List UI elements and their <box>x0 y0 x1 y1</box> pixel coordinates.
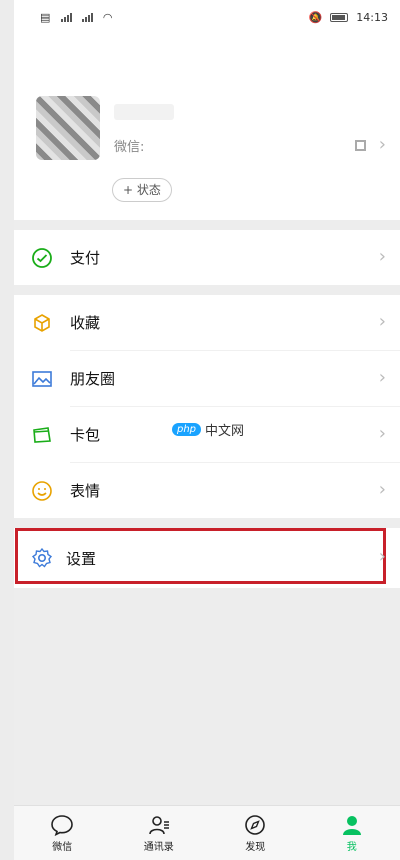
tab-me[interactable]: 我 <box>304 806 400 860</box>
chevron-right-icon: › <box>378 134 386 155</box>
contacts-icon <box>148 815 169 834</box>
signal-icon <box>60 12 72 22</box>
sim-icon: ▤ <box>40 10 51 24</box>
tab-contacts[interactable]: 通讯录 <box>111 806 208 860</box>
watermark-text: 中文网 <box>205 424 245 439</box>
chat-icon <box>51 814 74 836</box>
menu-label: 卡包 <box>70 426 101 444</box>
menu-label: 收藏 <box>70 314 101 332</box>
menu-label: 支付 <box>70 249 101 267</box>
profile-card[interactable]: 微信: › + 状态 <box>14 34 400 220</box>
status-left: ▤ ◠ <box>40 11 113 24</box>
status-time: 14:13 <box>356 10 388 24</box>
menu-item-favorites[interactable]: 收藏 › <box>14 295 400 350</box>
menu-item-settings[interactable]: 设置 › <box>14 528 400 588</box>
signal-icon-2 <box>81 12 93 22</box>
tab-label: 通讯录 <box>143 841 174 853</box>
qr-code-icon[interactable] <box>355 140 366 151</box>
chevron-right-icon: › <box>378 367 386 388</box>
bottom-tab-bar: 微信 通讯录 发现 我 <box>14 805 400 860</box>
tab-label: 微信 <box>52 841 73 853</box>
wechat-id-label: 微信: <box>114 140 145 155</box>
menu-group: 收藏 › 朋友圈 › 卡包 › 表情 › <box>14 295 400 518</box>
menu-item-stickers[interactable]: 表情 › <box>14 463 400 518</box>
watermark: php 中文网 <box>172 420 244 439</box>
chevron-right-icon: › <box>378 246 386 267</box>
status-bar: ▤ ◠ 🔕 14:13 <box>14 0 400 34</box>
payment-icon <box>30 246 54 270</box>
moments-icon <box>30 367 54 391</box>
favorites-icon <box>30 311 54 335</box>
silent-icon: 🔕 <box>308 10 323 24</box>
tab-label: 发现 <box>245 841 266 853</box>
tab-chats[interactable]: 微信 <box>14 806 111 860</box>
nickname <box>114 104 174 120</box>
highlight-box <box>15 528 386 584</box>
menu-item-payment[interactable]: 支付 › <box>14 230 400 285</box>
me-icon <box>342 815 361 835</box>
chevron-right-icon: › <box>378 423 386 444</box>
phone-screen: ▤ ◠ 🔕 14:13 微信: › + 状态 支付 › 收藏 › 朋友圈 › 卡… <box>14 0 400 860</box>
menu-item-moments[interactable]: 朋友圈 › <box>14 351 400 406</box>
menu-label: 朋友圈 <box>70 370 116 388</box>
chevron-right-icon: › <box>378 311 386 332</box>
chevron-right-icon: › <box>378 546 386 567</box>
status-button[interactable]: + 状态 <box>112 178 172 202</box>
chevron-right-icon: › <box>378 479 386 500</box>
wifi-icon: ◠ <box>102 10 114 24</box>
watermark-logo: php <box>172 423 202 436</box>
card-wallet-icon <box>30 423 54 447</box>
sticker-icon <box>30 479 54 503</box>
menu-label: 表情 <box>70 482 101 500</box>
tab-discover[interactable]: 发现 <box>207 806 304 860</box>
discover-icon <box>245 814 266 835</box>
status-right: 🔕 14:13 <box>309 11 388 24</box>
tab-label: 我 <box>346 841 357 853</box>
battery-icon <box>330 12 349 22</box>
avatar[interactable] <box>36 96 100 160</box>
